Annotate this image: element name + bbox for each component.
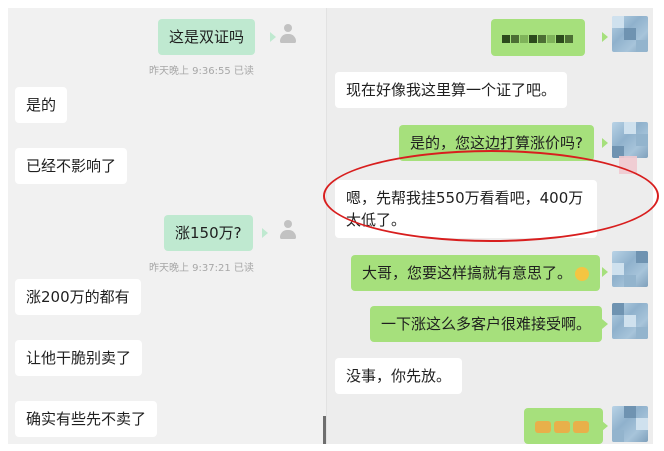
outgoing-message[interactable]: 一下涨这么多客户很难接受啊。 [370, 306, 603, 342]
message-text: 涨200万的都有 [26, 288, 130, 306]
outgoing-message[interactable]: 大哥，您要这样搞就有意思了。 [351, 255, 601, 291]
user-avatar-icon[interactable] [279, 220, 297, 240]
message-text: 一下涨这么多客户很难接受啊。 [381, 315, 592, 333]
bubble-tail [602, 138, 608, 148]
message-text: 现在好像我这里算一个证了吧。 [346, 81, 557, 99]
bubble-tail [270, 32, 276, 42]
message-text: 这是双证吗 [169, 28, 245, 46]
avatar-pixelated[interactable] [612, 406, 648, 442]
left-chat-panel: 这是双证吗 昨天晚上 9:36:55 已读 是的 已经不影响了 涨150万? 昨… [8, 8, 326, 444]
outgoing-message-redacted[interactable] [491, 19, 585, 56]
bubble-tail [602, 421, 608, 431]
annotation-circle [323, 150, 659, 242]
avatar-pixelated[interactable] [612, 303, 648, 339]
read-receipt: 昨天晚上 9:36:55 已读 [149, 66, 254, 77]
palms-together-icon [554, 420, 570, 433]
incoming-message[interactable]: 确实有些先不卖了 [15, 401, 158, 437]
grimace-emoji-icon [575, 266, 590, 281]
message-text: 是的 [26, 96, 57, 114]
message-text: 已经不影响了 [26, 157, 117, 175]
incoming-message[interactable]: 已经不影响了 [15, 148, 128, 184]
pixelated-text [502, 27, 574, 49]
bubble-tail [602, 267, 608, 277]
message-text: 大哥，您要这样搞就有意思了。 [362, 264, 573, 282]
bubble-tail [262, 228, 268, 238]
bubble-tail [602, 32, 608, 42]
avatar-pixelated[interactable] [612, 16, 648, 52]
message-text: 让他干脆别卖了 [26, 349, 132, 367]
avatar-pixelated[interactable] [612, 251, 648, 287]
incoming-message[interactable]: 让他干脆别卖了 [15, 340, 143, 376]
message-text: 涨150万? [175, 224, 242, 242]
avatar-pixelated[interactable] [612, 122, 648, 158]
message-text: 确实有些先不卖了 [26, 410, 147, 428]
user-avatar-icon[interactable] [279, 24, 297, 44]
bubble-tail [602, 319, 608, 329]
outgoing-message-emoji[interactable] [524, 408, 603, 444]
palms-together-icon [573, 420, 589, 433]
read-receipt: 昨天晚上 9:37:21 已读 [149, 263, 254, 274]
incoming-message[interactable]: 涨200万的都有 [15, 279, 141, 315]
message-text: 没事，你先放。 [346, 367, 452, 385]
outgoing-message[interactable]: 这是双证吗 [158, 19, 256, 55]
incoming-message[interactable]: 是的 [15, 87, 68, 123]
incoming-message[interactable]: 现在好像我这里算一个证了吧。 [335, 72, 568, 108]
palms-together-icon [535, 420, 551, 433]
outgoing-message[interactable]: 涨150万? [164, 215, 253, 251]
incoming-message[interactable]: 没事，你先放。 [335, 358, 463, 394]
